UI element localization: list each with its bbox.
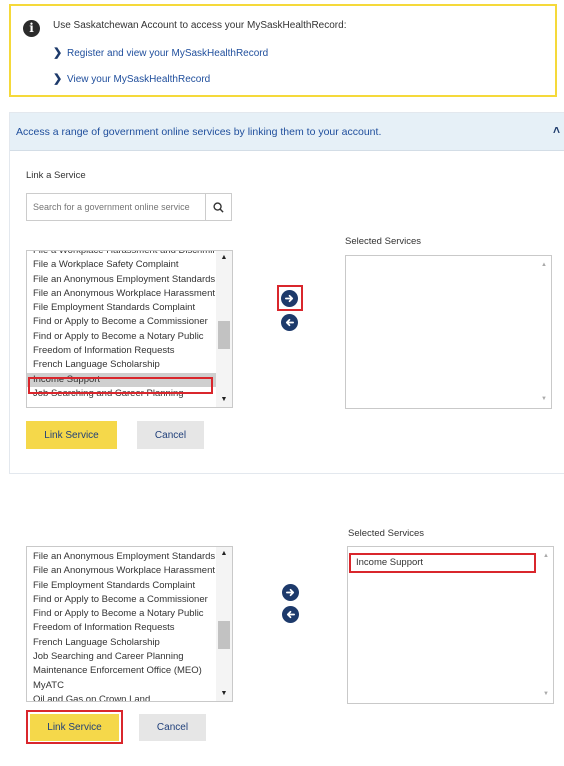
scroll-down-icon[interactable]: ▼ — [216, 393, 232, 407]
selected-services-list-step2[interactable]: ▲ ▼ — [347, 546, 554, 704]
list-item[interactable]: File a Workplace Harassment and Discrimi… — [27, 251, 216, 258]
list-scrollbar[interactable]: ▲ ▼ — [216, 547, 232, 701]
register-health-record-link[interactable]: ❯ Register and view your MySaskHealthReco… — [53, 46, 268, 59]
list-item[interactable]: File an Anonymous Workplace Harassment — [27, 564, 216, 578]
search-input[interactable] — [27, 194, 205, 220]
list-item[interactable]: File a Workplace Safety Complaint — [27, 258, 216, 272]
list-item[interactable]: File Employment Standards Complaint — [27, 301, 216, 315]
list-item[interactable]: Maintenance Enforcement Office (MEO) — [27, 664, 216, 678]
service-search — [26, 193, 232, 221]
list-item[interactable]: Find or Apply to Become a Commissioner — [27, 593, 216, 607]
link-service-button-step2[interactable]: Link Service — [30, 714, 119, 741]
cancel-button[interactable]: Cancel — [137, 421, 204, 449]
selected-services-list[interactable]: ▲ ▼ — [345, 255, 552, 409]
list-item-selected[interactable]: Income Support — [27, 372, 216, 387]
scroll-thumb[interactable] — [218, 621, 230, 649]
view-health-record-link[interactable]: ❯ View your MySaskHealthRecord — [53, 72, 210, 85]
available-services-items-step2: File an Anonymous Employment Standards F… — [27, 550, 216, 701]
available-services-items: File a Workplace Harassment and Discrimi… — [27, 251, 216, 401]
info-icon: i — [23, 20, 40, 37]
list-item[interactable]: Oil and Gas on Crown Land — [27, 693, 216, 701]
list-item[interactable]: File an Anonymous Employment Standards — [27, 550, 216, 564]
link-service-button[interactable]: Link Service — [26, 421, 117, 449]
list-item[interactable]: Freedom of Information Requests — [27, 621, 216, 635]
selected-service-item[interactable]: Income Support — [356, 557, 423, 568]
list-item[interactable]: Find or Apply to Become a Commissioner — [27, 315, 216, 329]
available-services-list-step2[interactable]: File an Anonymous Employment Standards F… — [26, 546, 233, 702]
arrow-left-icon — [285, 318, 294, 327]
link-service-label: Link a Service — [26, 170, 86, 181]
cancel-button-step2[interactable]: Cancel — [139, 714, 206, 741]
list-item[interactable]: Freedom of Information Requests — [27, 344, 216, 358]
panel-title: Access a range of government online serv… — [16, 126, 382, 138]
list-item[interactable]: Find or Apply to Become a Notary Public — [27, 330, 216, 344]
health-record-notice: i Use Saskatchewan Account to access you… — [9, 4, 557, 97]
list-item[interactable]: MyATC — [27, 679, 216, 693]
remove-selected-button[interactable] — [281, 314, 298, 331]
list-item[interactable]: File an Anonymous Workplace Harassment — [27, 287, 216, 301]
list-item[interactable]: Job Searching and Career Planning — [27, 387, 216, 401]
search-button[interactable] — [205, 194, 231, 220]
scroll-up-icon[interactable]: ▲ — [216, 547, 232, 561]
list-item[interactable]: French Language Scholarship — [27, 358, 216, 372]
list-item[interactable]: File Employment Standards Complaint — [27, 579, 216, 593]
scroll-thumb[interactable] — [218, 321, 230, 349]
list-scrollbar[interactable]: ▲ ▼ — [216, 251, 232, 407]
chevron-right-icon: ❯ — [53, 73, 63, 85]
list-item[interactable]: File an Anonymous Employment Standards — [27, 273, 216, 287]
list-item[interactable]: French Language Scholarship — [27, 636, 216, 650]
scroll-up-icon[interactable]: ▲ — [539, 549, 553, 563]
add-selected-button[interactable] — [281, 290, 298, 307]
arrow-right-icon — [285, 294, 294, 303]
selected-scrollbar[interactable]: ▲ ▼ — [537, 256, 551, 408]
selected-scrollbar[interactable]: ▲ ▼ — [539, 547, 553, 703]
selected-services-label-step2: Selected Services — [348, 528, 425, 539]
arrow-right-icon — [286, 588, 295, 597]
panel-header[interactable]: Access a range of government online serv… — [10, 113, 564, 151]
scroll-down-icon[interactable]: ▼ — [539, 687, 553, 701]
list-item[interactable]: Find or Apply to Become a Notary Public — [27, 607, 216, 621]
scroll-down-icon[interactable]: ▼ — [216, 687, 232, 701]
chevron-right-icon: ❯ — [53, 47, 63, 59]
selected-services-label: Selected Services — [345, 236, 422, 247]
scroll-down-icon[interactable]: ▼ — [537, 392, 551, 406]
remove-selected-button-step2[interactable] — [282, 606, 299, 623]
search-icon — [213, 201, 224, 213]
scroll-up-icon[interactable]: ▲ — [537, 258, 551, 272]
scroll-up-icon[interactable]: ▲ — [216, 251, 232, 265]
arrow-left-icon — [286, 610, 295, 619]
add-selected-button-step2[interactable] — [282, 584, 299, 601]
list-item[interactable]: Job Searching and Career Planning — [27, 650, 216, 664]
chevron-up-icon[interactable]: ˄ — [553, 123, 560, 137]
available-services-list[interactable]: File a Workplace Harassment and Discrimi… — [26, 250, 233, 408]
notice-intro: Use Saskatchewan Account to access your … — [53, 20, 347, 31]
